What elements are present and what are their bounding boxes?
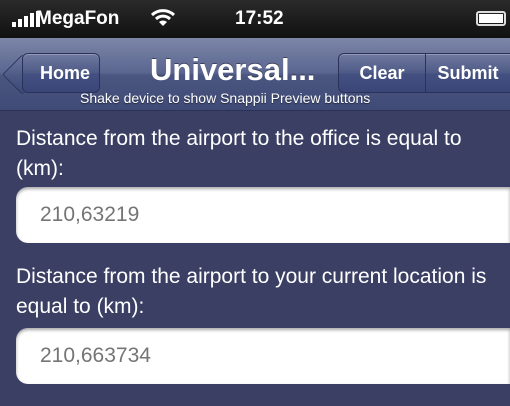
current-location-distance-label: Distance from the airport to your curren… xyxy=(16,265,487,318)
preview-hint-text: Shake device to show Snappii Preview but… xyxy=(80,90,371,106)
office-distance-label: Distance from the airport to the office … xyxy=(16,127,462,180)
office-distance-input[interactable] xyxy=(16,187,510,243)
navigation-bar: Home Universal... Clear Submit Shake dev… xyxy=(0,38,510,111)
home-back-button[interactable]: Home xyxy=(22,53,100,93)
wifi-icon xyxy=(150,9,176,26)
current-location-distance-input[interactable] xyxy=(16,328,510,384)
clear-button[interactable]: Clear xyxy=(338,53,426,93)
status-bar: MegaFon 17:52 xyxy=(0,0,510,38)
page-title: Universal... xyxy=(150,52,316,87)
carrier-name: MegaFon xyxy=(36,8,120,29)
battery-icon xyxy=(476,11,506,26)
clock: 17:52 xyxy=(235,8,284,29)
submit-button[interactable]: Submit xyxy=(425,53,510,93)
